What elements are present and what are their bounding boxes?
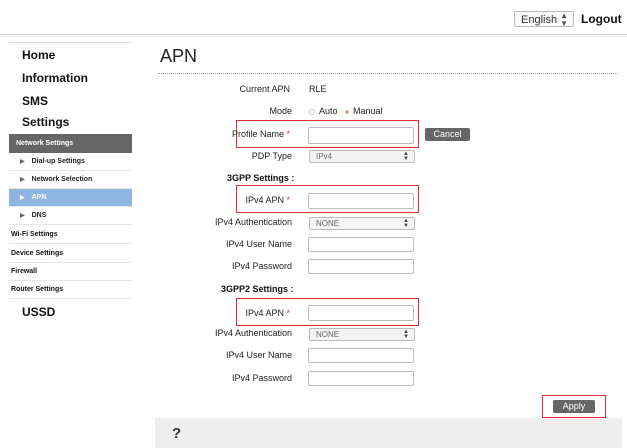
- gpp-password-input[interactable]: [308, 259, 414, 274]
- chevron-right-icon: ▶: [20, 177, 25, 183]
- chevron-right-icon: ▶: [20, 159, 25, 165]
- gpp-apn-label: IPv4 APN *: [150, 195, 290, 205]
- gpp2-password-label: IPv4 Password: [231, 373, 292, 383]
- profile-name-input[interactable]: [308, 127, 414, 144]
- gpp2-section-title: 3GPP2 Settings :: [221, 284, 294, 294]
- required-mark: *: [286, 195, 290, 205]
- gpp2-auth-select[interactable]: NONE ▲ ▼: [309, 328, 415, 341]
- nav-information[interactable]: Information: [22, 71, 88, 85]
- gpp-auth-label: IPv4 Authentication: [214, 217, 292, 227]
- gpp2-password-input[interactable]: [308, 371, 414, 386]
- header-divider: [0, 34, 627, 35]
- language-value: English: [521, 14, 558, 26]
- current-apn-value: RLE: [309, 84, 327, 94]
- language-select[interactable]: English ▲ ▼: [514, 11, 574, 28]
- nav-apn[interactable]: ▶ APN: [9, 189, 132, 207]
- apply-button[interactable]: Apply: [553, 400, 595, 413]
- gpp-auth-select[interactable]: NONE ▲ ▼: [309, 217, 415, 230]
- nav-network-selection-label: Network Selection: [31, 176, 93, 183]
- mode-manual-label: Manual: [353, 106, 383, 116]
- select-arrows-icon: ▲ ▼: [560, 11, 568, 28]
- sidebar-divider: [9, 42, 132, 43]
- nav-sms[interactable]: SMS: [22, 94, 48, 108]
- nav-network-selection[interactable]: ▶ Network Selection: [9, 171, 132, 189]
- page-title: APN: [160, 46, 198, 66]
- chevron-right-icon: ▶: [20, 213, 25, 219]
- pdp-type-value: IPv4: [316, 152, 333, 161]
- help-icon[interactable]: ?: [172, 425, 181, 442]
- required-mark: *: [286, 129, 290, 139]
- nav-firewall[interactable]: Firewall: [9, 263, 132, 281]
- gpp-user-input[interactable]: [308, 237, 414, 252]
- required-mark: *: [286, 308, 290, 318]
- nav-apn-label: APN: [31, 194, 47, 201]
- nav-wifi-settings[interactable]: Wi-Fi Settings: [9, 226, 132, 244]
- title-divider: [158, 73, 618, 74]
- select-arrows-icon: ▲ ▼: [403, 329, 409, 340]
- mode-auto-radio[interactable]: Auto: [309, 106, 338, 116]
- current-apn-label: Current APN: [239, 84, 290, 94]
- profile-name-label: Profile Name *: [150, 129, 290, 139]
- nav-network-settings[interactable]: Network Settings: [9, 134, 132, 153]
- cancel-button[interactable]: Cancel: [425, 128, 470, 141]
- gpp2-user-label: IPv4 User Name: [225, 350, 292, 360]
- profile-name-text: Profile Name: [231, 129, 284, 139]
- gpp-apn-text: IPv4 APN: [245, 195, 284, 205]
- gpp-apn-input[interactable]: [308, 193, 414, 209]
- header-divider-shadow: [0, 36, 627, 37]
- nav-dial-up-settings[interactable]: ▶ Dial-up Settings: [9, 153, 132, 171]
- gpp2-apn-text: IPv4 APN: [245, 308, 284, 318]
- nav-home[interactable]: Home: [22, 48, 55, 62]
- gpp2-auth-label: IPv4 Authentication: [214, 328, 292, 338]
- select-arrows-icon: ▲ ▼: [403, 151, 409, 162]
- mode-auto-label: Auto: [319, 106, 338, 116]
- nav-device-settings[interactable]: Device Settings: [9, 245, 132, 263]
- gpp-user-label: IPv4 User Name: [225, 239, 292, 249]
- gpp2-apn-input[interactable]: [308, 305, 414, 321]
- nav-ussd[interactable]: USSD: [22, 305, 55, 319]
- gpp-password-label: IPv4 Password: [231, 261, 292, 271]
- select-arrows-icon: ▲ ▼: [403, 218, 409, 229]
- nav-dns-label: DNS: [31, 212, 47, 219]
- nav-settings[interactable]: Settings: [22, 115, 69, 129]
- gpp-section-title: 3GPP Settings :: [227, 173, 295, 183]
- radio-checked-icon: [345, 109, 349, 114]
- nav-dial-up-label: Dial-up Settings: [31, 158, 85, 165]
- chevron-right-icon: ▶: [20, 195, 25, 201]
- gpp2-user-input[interactable]: [308, 348, 414, 363]
- pdp-type-select[interactable]: IPv4 ▲ ▼: [309, 150, 415, 163]
- nav-router-settings[interactable]: Router Settings: [9, 281, 132, 299]
- pdp-type-label: PDP Type: [251, 151, 292, 161]
- mode-label: Mode: [269, 106, 292, 116]
- mode-manual-radio[interactable]: Manual: [345, 106, 383, 116]
- gpp2-apn-label: IPv4 APN *: [150, 308, 290, 318]
- gpp2-auth-value: NONE: [316, 330, 340, 339]
- logout-link[interactable]: Logout: [581, 12, 622, 26]
- radio-unchecked-icon: [309, 108, 315, 115]
- nav-dns[interactable]: ▶ DNS: [9, 207, 132, 225]
- gpp-auth-value: NONE: [316, 219, 340, 228]
- footer-bar: [155, 418, 622, 448]
